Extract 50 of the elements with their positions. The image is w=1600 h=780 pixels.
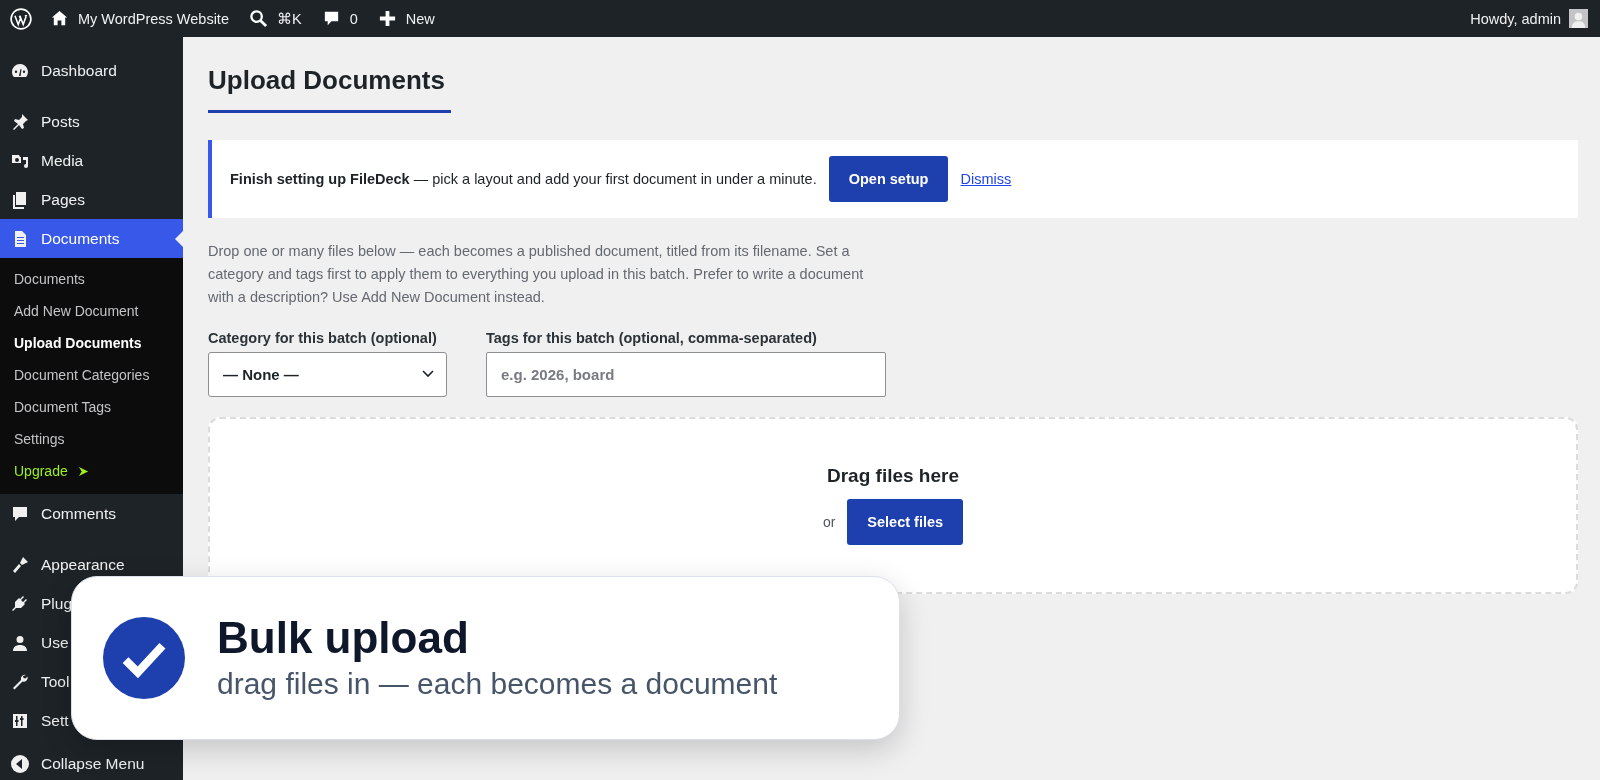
- brush-icon: [10, 554, 30, 575]
- menu-item[interactable]: Posts: [0, 102, 183, 141]
- menu-item[interactable]: Appearance: [0, 545, 183, 584]
- open-setup-button[interactable]: Open setup: [828, 156, 949, 202]
- plug-icon: [10, 593, 30, 614]
- active-pointer: [175, 231, 183, 247]
- menu-item[interactable]: Comments: [0, 494, 183, 533]
- arrow-icon: [77, 465, 89, 477]
- notice-text: Finish setting up FileDeck — pick a layout and add your first document in under a minute.: [230, 171, 817, 187]
- check-circle-icon: [103, 617, 185, 699]
- tags-input-field[interactable]: e.g. 2026, board: [486, 351, 886, 397]
- callout-title: Bulk upload: [217, 613, 470, 664]
- select-files-button[interactable]: Select files: [847, 499, 964, 546]
- category-select[interactable]: — None —: [208, 351, 447, 397]
- search-icon[interactable]: [248, 9, 268, 28]
- menu-item[interactable]: Media: [0, 141, 183, 180]
- wordpress-logo-icon[interactable]: [10, 7, 32, 30]
- search-shortcut[interactable]: ⌘K: [276, 10, 302, 27]
- field-label: Category for this batch (optional): [208, 329, 438, 346]
- menu-item[interactable]: Pages: [0, 180, 183, 219]
- collapse-icon: [10, 754, 30, 774]
- submenu-item[interactable]: Upload Documents: [0, 327, 183, 359]
- dismiss-link[interactable]: Dismiss: [960, 171, 1012, 187]
- menu-item[interactable]: Plug: [0, 584, 183, 623]
- callout-subtitle: drag files in — each becomes a document: [217, 665, 778, 702]
- comments-count[interactable]: 0: [349, 10, 358, 27]
- menu-item[interactable]: Documents: [0, 219, 183, 258]
- field-label: Tags for this batch (optional, comma-separated): [486, 329, 818, 346]
- menu-item[interactable]: Dashboard: [0, 51, 183, 90]
- collapse-menu-button[interactable]: Collapse Menu: [0, 748, 183, 780]
- submenu-item[interactable]: Document Categories: [0, 359, 183, 391]
- submenu-item[interactable]: Document Tags: [0, 391, 183, 423]
- page-title: Upload Documents: [208, 65, 451, 113]
- submenu-item[interactable]: Upgrade: [0, 455, 183, 487]
- submenu-item[interactable]: Settings: [0, 423, 183, 455]
- menu-item[interactable]: Tool: [0, 662, 183, 701]
- submenu-item[interactable]: Add New Document: [0, 295, 183, 327]
- new-link[interactable]: New: [405, 10, 435, 27]
- home-icon[interactable]: [50, 9, 69, 28]
- site-name-link[interactable]: My WordPress Website: [78, 10, 229, 27]
- menu-item[interactable]: Sett: [0, 701, 183, 740]
- plus-icon[interactable]: [377, 9, 397, 28]
- drop-zone[interactable]: Drag files here or Select files: [208, 416, 1578, 594]
- chevron-down-icon: [422, 370, 434, 379]
- menu-item[interactable]: Use: [0, 623, 183, 662]
- description-text: Drop one or many files below — each becomes a published document, titled from its filename. Set a category and tags first to apply them to everything you upload in this batch. Prefer to write a document with a description? Use Add New Document instead.: [208, 242, 865, 308]
- greeting-link[interactable]: Howdy, admin: [1470, 10, 1561, 27]
- or-text: or: [822, 514, 836, 531]
- drop-zone-title: Drag files here: [827, 465, 959, 488]
- submenu-item[interactable]: Documents: [0, 263, 183, 295]
